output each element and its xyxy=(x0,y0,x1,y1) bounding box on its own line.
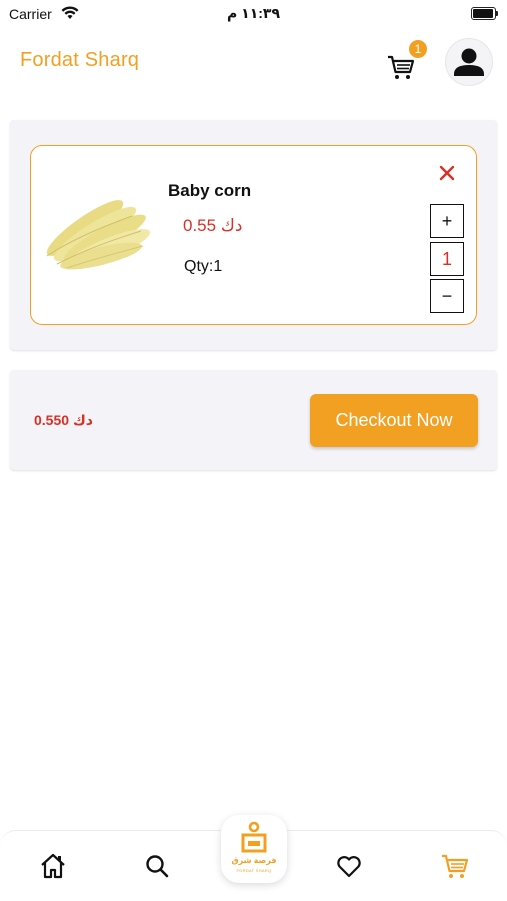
logo-text-english: FORDAT SHARQ xyxy=(236,868,272,873)
home-icon[interactable] xyxy=(38,851,68,881)
baby-corn-image xyxy=(46,200,150,270)
heart-icon[interactable] xyxy=(334,851,364,881)
cart-item-card: Baby corn 0.55 دك Qty:1 + 1 − xyxy=(30,145,477,325)
app-title: Fordat Sharq xyxy=(20,49,140,71)
status-bar: Carrier ١١:٣٩ م xyxy=(0,0,507,28)
app-logo-button[interactable]: فرصة شرق FORDAT SHARQ xyxy=(221,815,287,883)
checkout-summary-panel: 0.550 دك Checkout Now xyxy=(10,370,497,470)
battery-icon xyxy=(471,7,498,20)
decrease-quantity-button[interactable]: − xyxy=(430,279,464,313)
close-icon[interactable] xyxy=(438,164,456,182)
search-icon[interactable] xyxy=(142,851,172,881)
total-price: 0.550 دك xyxy=(34,412,93,428)
cart-icon[interactable] xyxy=(440,851,470,881)
fordat-sharq-logo-icon xyxy=(241,821,267,853)
cart-items-panel: Baby corn 0.55 دك Qty:1 + 1 − xyxy=(10,120,497,350)
status-time: ١١:٣٩ م xyxy=(227,5,280,21)
logo-text-arabic: فرصة شرق xyxy=(231,856,277,865)
shopping-cart-icon[interactable] xyxy=(386,52,416,82)
item-name: Baby corn xyxy=(168,181,252,200)
cart-count-badge: 1 xyxy=(409,40,427,58)
increase-quantity-button[interactable]: + xyxy=(430,204,464,238)
person-icon xyxy=(454,48,484,76)
checkout-button[interactable]: Checkout Now xyxy=(310,394,478,447)
item-price: 0.55 دك xyxy=(183,216,243,235)
quantity-value: 1 xyxy=(430,242,464,276)
item-qty-label: Qty:1 xyxy=(184,258,223,275)
profile-button[interactable] xyxy=(445,38,493,86)
